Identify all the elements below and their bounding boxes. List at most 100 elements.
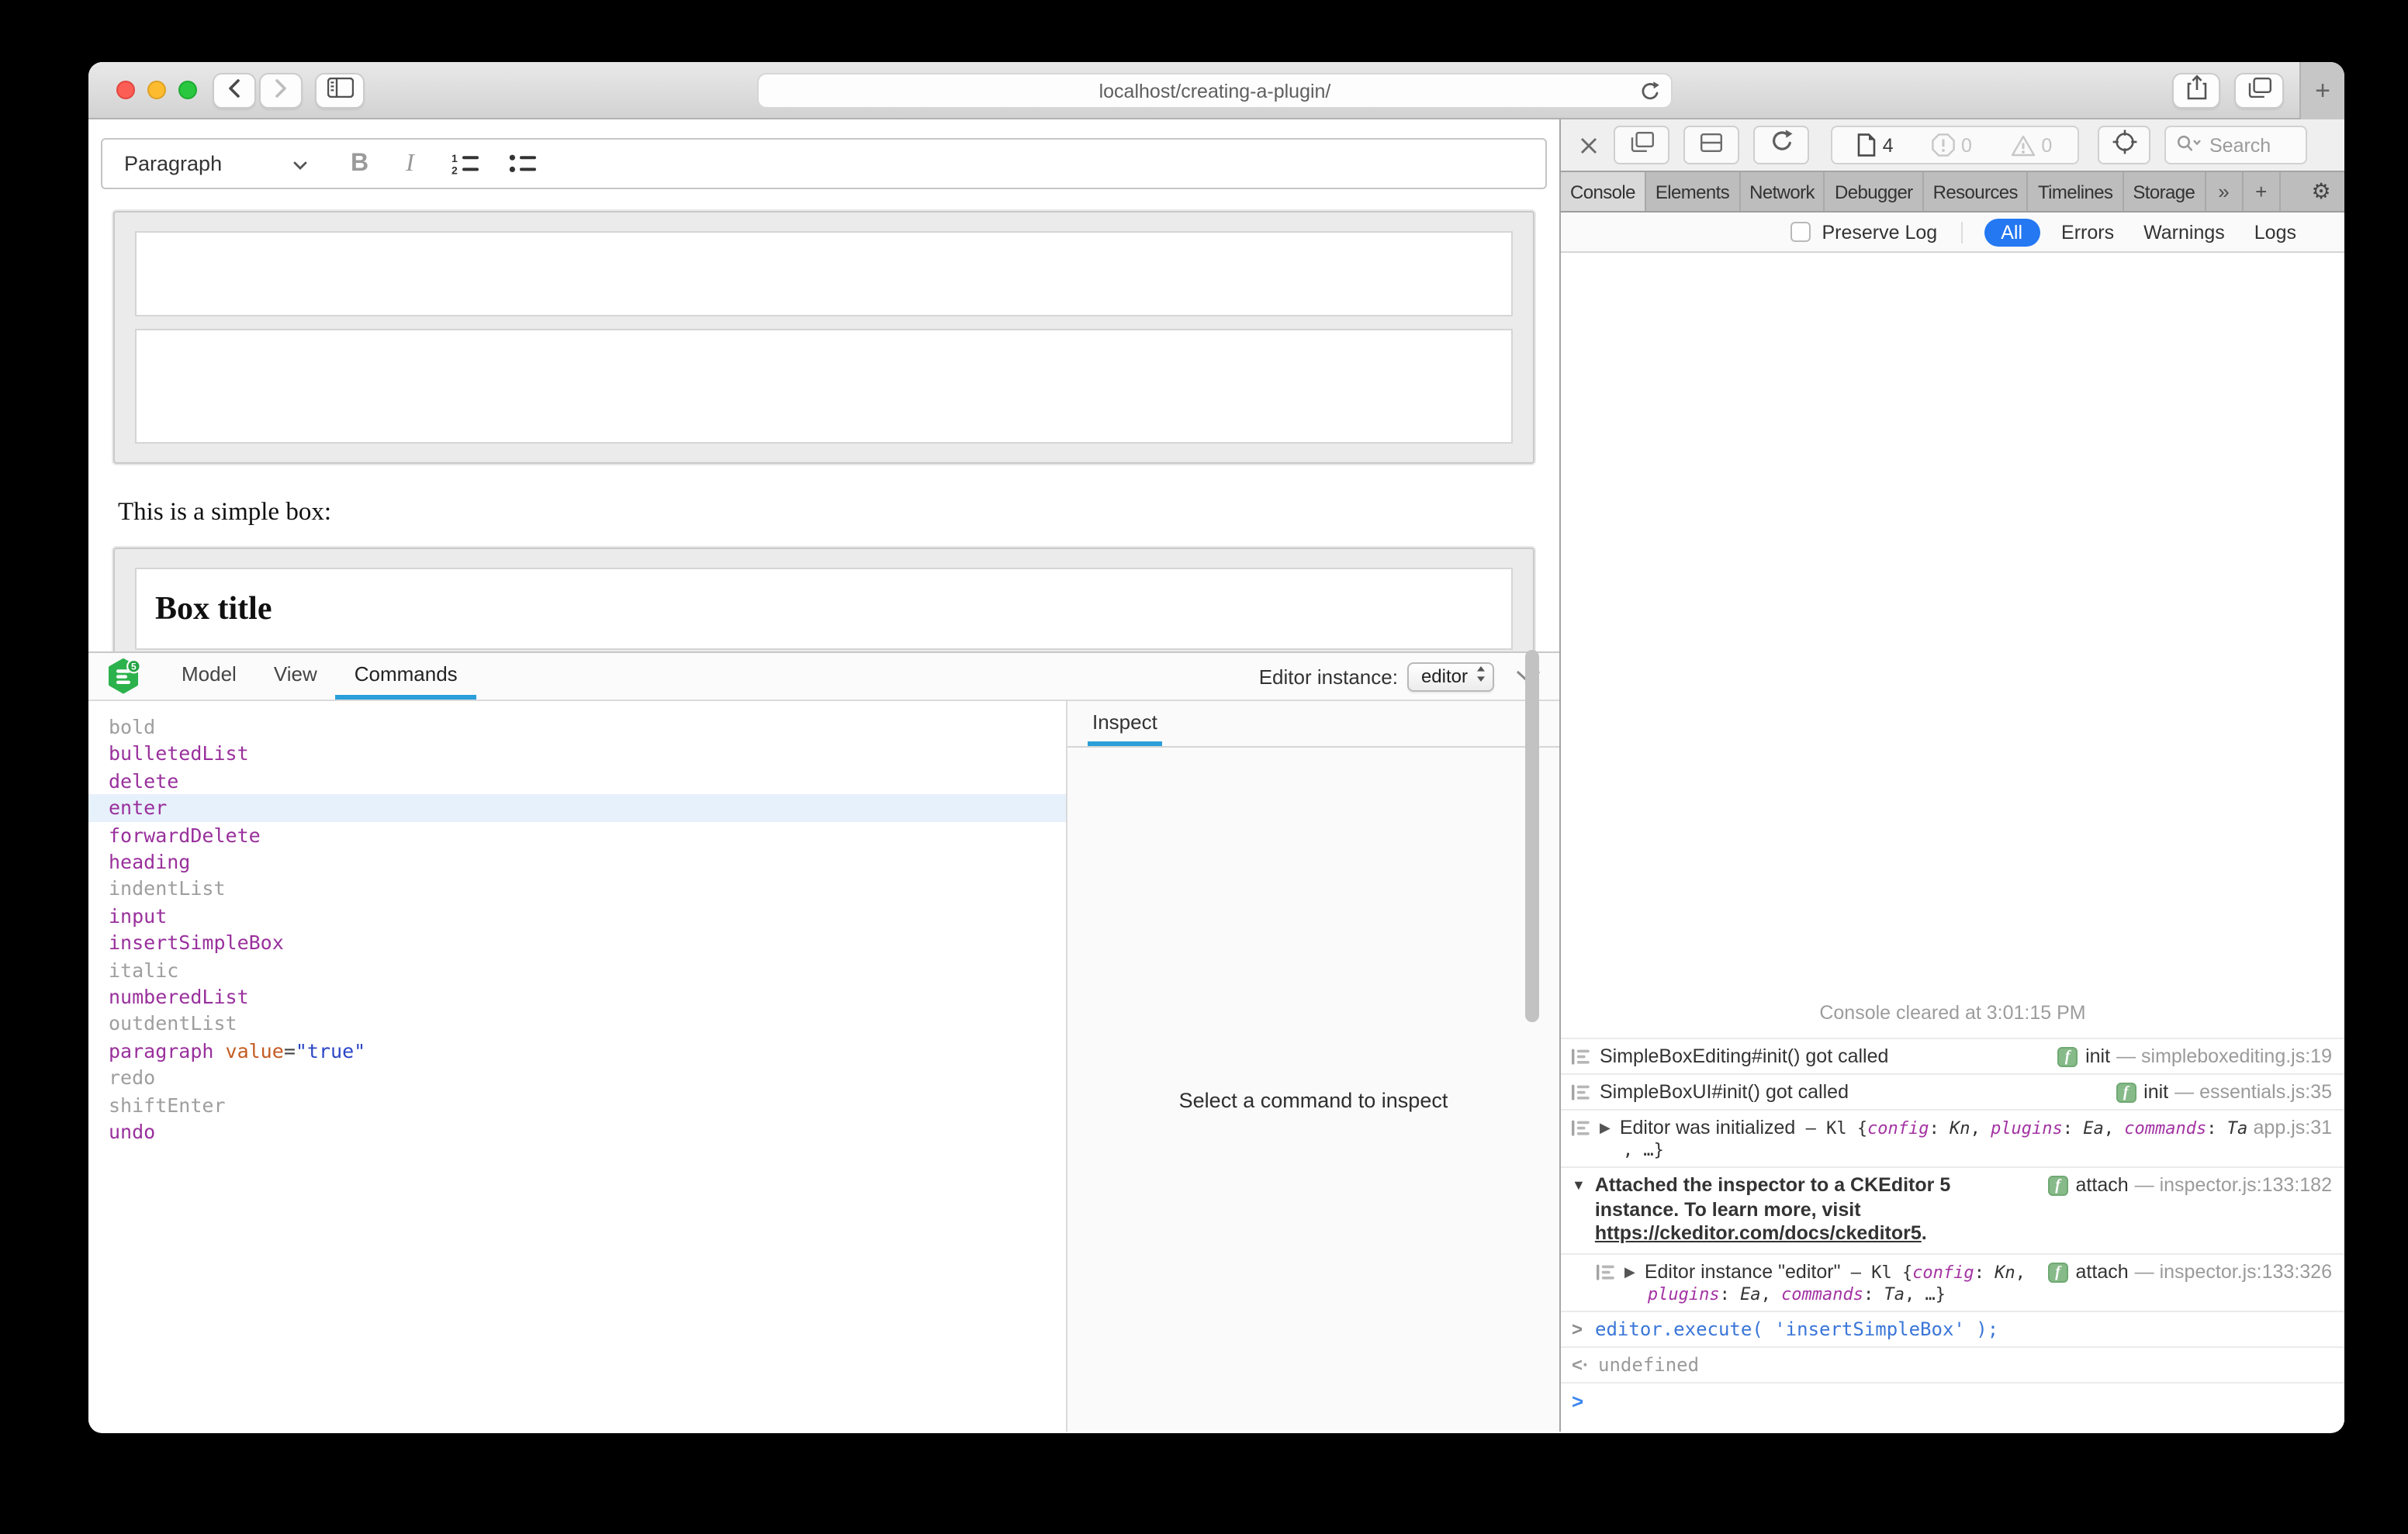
italic-button[interactable]: I: [406, 150, 414, 178]
object-token: ,: [2104, 1118, 2125, 1138]
preserve-log-checkbox[interactable]: [1791, 222, 1811, 242]
detach-devtools-button[interactable]: [1614, 126, 1669, 164]
url-bar[interactable]: localhost/creating-a-plugin/: [757, 73, 1673, 109]
tab-overview-button[interactable]: [2234, 73, 2284, 109]
heading-dropdown[interactable]: Paragraph: [102, 152, 307, 175]
new-tab-button-devtools[interactable]: +: [2243, 172, 2281, 211]
filter-button-all[interactable]: All: [1984, 218, 2040, 246]
disclosure-triangle-open-icon[interactable]: ▼: [1572, 1177, 1586, 1193]
console-input-text[interactable]: editor.execute( 'insertSimpleBox' );: [1595, 1318, 2332, 1340]
devtools-tab-elements[interactable]: Elements: [1646, 172, 1740, 211]
warning-count: 0: [2010, 134, 2052, 156]
command-row-outdentList[interactable]: outdentList: [88, 1011, 1066, 1038]
command-name: bold: [109, 715, 155, 738]
devtools-tab-timelines[interactable]: Timelines: [2029, 172, 2123, 211]
numbered-list-button[interactable]: 12: [452, 152, 481, 175]
devtools-tab-network[interactable]: Network: [1740, 172, 1825, 211]
function-badge-icon: f: [2057, 1046, 2078, 1066]
log-icon: [1572, 1120, 1590, 1137]
command-row-shiftEnter[interactable]: shiftEnter: [88, 1091, 1066, 1118]
command-row-paragraph[interactable]: paragraph value="true": [88, 1038, 1066, 1065]
minimize-window-button[interactable]: [147, 81, 166, 99]
filter-button-logs[interactable]: Logs: [2254, 221, 2296, 243]
filter-button-warnings[interactable]: Warnings: [2143, 221, 2225, 243]
devtools-tab-storage[interactable]: Storage: [2123, 172, 2206, 211]
object-token: ,: [1970, 1118, 1991, 1138]
search-field[interactable]: Search: [2164, 126, 2307, 164]
command-name: outdentList: [109, 1012, 237, 1035]
zoom-window-button[interactable]: [178, 81, 197, 99]
page-scrollbar-thumb[interactable]: [1525, 650, 1539, 1022]
ckeditor-docs-link[interactable]: https://ckeditor.com/docs/ckeditor5: [1595, 1223, 1922, 1245]
close-devtools-button[interactable]: [1579, 136, 1598, 154]
inspect-tab[interactable]: Inspect: [1088, 701, 1162, 746]
simple-box-description-field[interactable]: [135, 329, 1513, 444]
command-row-forwardDelete[interactable]: forwardDelete: [88, 821, 1066, 848]
bulleted-list-button[interactable]: [509, 152, 538, 175]
simple-box-widget[interactable]: [113, 211, 1534, 464]
search-icon: [2177, 134, 2202, 156]
disclosure-triangle-icon[interactable]: ▶: [1624, 1264, 1635, 1281]
element-picker-button[interactable]: [2098, 126, 2150, 164]
simple-box-title-field-2[interactable]: Box title: [135, 568, 1513, 650]
object-token: Ta: [1884, 1284, 1905, 1304]
editor-instance-select[interactable]: editor: [1407, 662, 1494, 691]
disclosure-triangle-icon[interactable]: ▶: [1600, 1120, 1611, 1137]
badge-label: init: [2085, 1045, 2110, 1067]
command-row-redo[interactable]: redo: [88, 1065, 1066, 1092]
command-row-input[interactable]: input: [88, 903, 1066, 930]
object-token: , …}: [1905, 1284, 1946, 1304]
command-row-numberedList[interactable]: numberedList: [88, 983, 1066, 1011]
devtools-tab-console[interactable]: Console: [1561, 172, 1646, 211]
back-button[interactable]: [213, 73, 256, 109]
commands-list: bold bulletedListdeleteenterforwardDelete…: [88, 701, 1066, 1432]
settings-gear-icon[interactable]: ⚙: [2297, 172, 2344, 211]
object-preview-open: – Kl {: [1840, 1263, 1912, 1283]
sidebar-button[interactable]: [315, 73, 365, 109]
command-attr-equals: =: [284, 1039, 296, 1062]
message-source: fattach— inspector.js:133:182: [2048, 1174, 2332, 1196]
console-message: >editor.execute( 'insertSimpleBox' );: [1561, 1311, 2344, 1346]
inspector-tab-view[interactable]: View: [255, 653, 336, 700]
command-row-enter[interactable]: enter: [88, 794, 1066, 821]
reload-icon[interactable]: [1640, 81, 1660, 107]
error-octagon-icon: [1932, 133, 1955, 157]
command-row-bold[interactable]: bold: [88, 713, 1066, 741]
devtools-tab-debugger[interactable]: Debugger: [1825, 172, 1924, 211]
dock-side-button[interactable]: [1683, 126, 1739, 164]
command-row-bulletedList[interactable]: bulletedList: [88, 741, 1066, 768]
close-window-button[interactable]: [116, 81, 135, 99]
function-badge-icon: f: [2116, 1082, 2136, 1102]
command-row-heading[interactable]: heading: [88, 848, 1066, 876]
badge-label: init: [2143, 1081, 2168, 1103]
numbered-list-icon: 12: [452, 152, 481, 175]
forward-button[interactable]: [259, 73, 303, 109]
share-button[interactable]: [2172, 73, 2220, 109]
inspector-tab-model[interactable]: Model: [163, 653, 255, 700]
inspector-tab-commands[interactable]: Commands: [336, 653, 476, 700]
new-tab-button[interactable]: +: [2299, 62, 2344, 119]
function-badge-icon: f: [2048, 1175, 2068, 1195]
object-token: :: [1720, 1284, 1741, 1304]
object-key: config: [1912, 1263, 1974, 1283]
inspect-empty-message: Select a command to inspect: [1067, 1088, 1559, 1111]
command-name: input: [109, 904, 167, 928]
filter-divider: [1960, 221, 1962, 243]
reload-page-button[interactable]: [1753, 126, 1809, 164]
command-row-undo[interactable]: undo: [88, 1118, 1066, 1145]
command-row-italic[interactable]: italic: [88, 956, 1066, 983]
simple-box-title-field[interactable]: [135, 231, 1513, 316]
devtools-tab-resources[interactable]: Resources: [1924, 172, 2029, 211]
command-row-insertSimpleBox[interactable]: insertSimpleBox: [88, 930, 1066, 957]
filter-button-errors[interactable]: Errors: [2061, 221, 2114, 243]
message-text: SimpleBoxUI#init() got called: [1600, 1081, 2100, 1103]
tab-overflow-button[interactable]: »: [2206, 172, 2243, 211]
command-row-delete[interactable]: delete: [88, 768, 1066, 795]
editor-paragraph[interactable]: This is a simple box:: [118, 496, 1559, 527]
command-row-indentList[interactable]: indentList: [88, 876, 1066, 903]
object-preview-open: – Kl {: [1795, 1118, 1867, 1138]
object-key: config: [1867, 1118, 1929, 1138]
web-page: Paragraph B I 12 This is a simple box: B…: [88, 119, 1559, 1432]
bold-button[interactable]: B: [351, 150, 368, 178]
resource-status-group[interactable]: 4 0 0: [1831, 126, 2079, 164]
